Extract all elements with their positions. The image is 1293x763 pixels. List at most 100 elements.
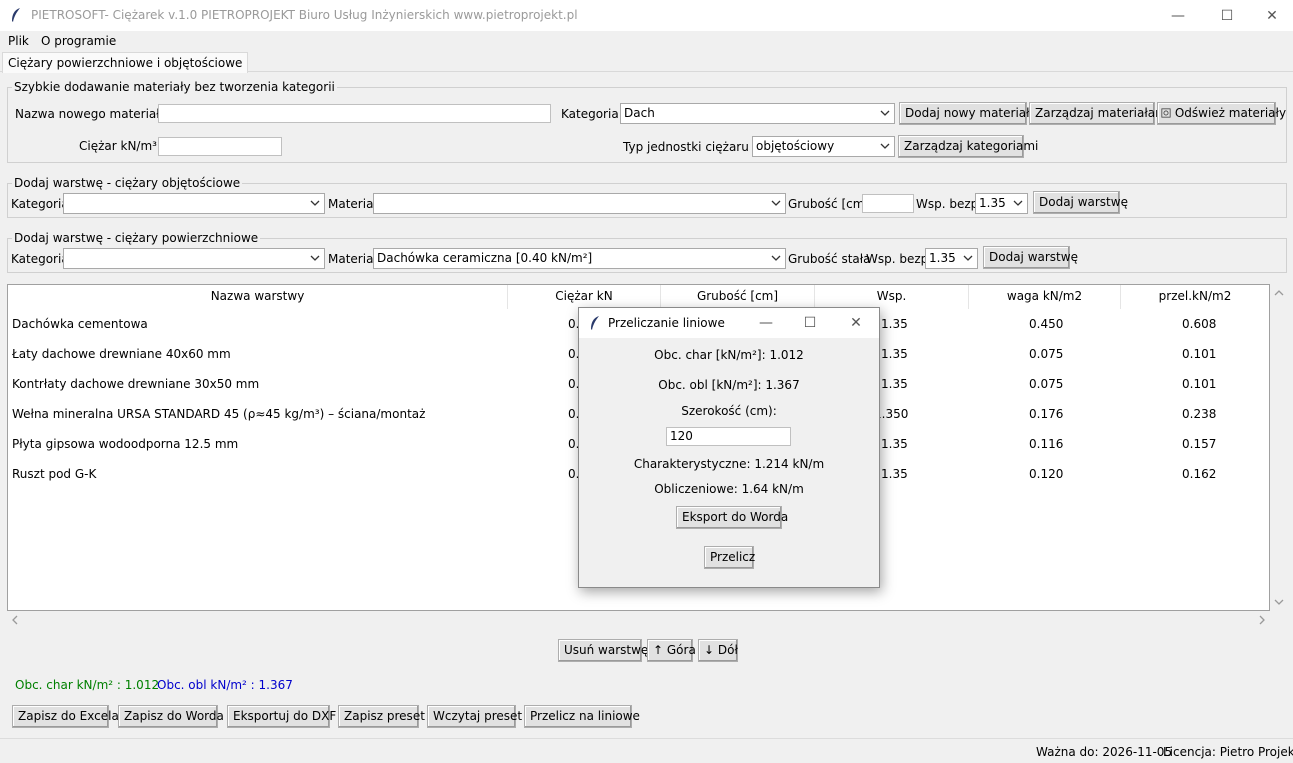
column-header-calc[interactable]: przel.kN/m2 [1121,289,1269,303]
column-header-thickness[interactable]: Grubość [cm] [661,289,814,303]
save-excel-button[interactable]: Zapisz do Excela [12,705,119,728]
convert-linear-button[interactable]: Przelicz na liniowe [524,705,640,728]
width-input[interactable]: 120 [666,427,791,446]
chevron-up-icon[interactable] [1274,289,1284,297]
dialog-close-button[interactable]: ✕ [833,308,879,338]
category-label: Kategoria [561,107,619,121]
cell-name: Wełna mineralna URSA STANDARD 45 (ρ≈45 k… [12,407,426,421]
cell-factor: 1.35 [881,317,908,331]
remove-layer-button[interactable]: Usuń warstwę [558,639,648,662]
cell-name: Ruszt pod G-K [12,467,97,481]
cell-mass: 0.120 [1029,467,1064,481]
material-name-label: Nazwa nowego materiału [15,107,168,121]
cell-factor: 1.35 [881,347,908,361]
volume-category-select[interactable] [63,193,325,214]
surface-layer-title: Dodaj warstwę - ciężary powierzchniowe [12,231,261,245]
surface-material-value: Dachówka ceramiczna [0.40 kN/m²] [377,251,593,265]
chevron-down-icon[interactable] [1274,598,1284,606]
horizontal-scrollbar[interactable] [7,611,1270,627]
surface-material-select[interactable]: Dachówka ceramiczna [0.40 kN/m²] [373,248,786,269]
cell-factor: 1.35 [881,467,908,481]
column-header-mass[interactable]: waga kN/m2 [969,289,1120,303]
chevron-right-icon[interactable] [1258,615,1266,625]
tab-weights[interactable]: Ciężary powierzchniowe i objętościowe [2,52,249,73]
material-weight-input[interactable] [158,137,282,156]
summary-char-load: Obc. char kN/m² : 1.012 [15,678,160,692]
vertical-scrollbar[interactable] [1271,284,1287,611]
refresh-materials-button[interactable]: Odśwież materiały [1157,102,1286,125]
material-name-input[interactable] [158,104,551,123]
cell-calc: 0.162 [1182,467,1217,481]
menu-about[interactable]: O programie [41,34,116,48]
recalculate-button[interactable]: Przelicz [704,546,755,569]
dialog-maximize-button[interactable]: ☐ [787,308,833,338]
refresh-icon [1161,108,1171,118]
cell-calc: 0.101 [1182,377,1217,391]
column-header-weight[interactable]: Ciężar kN [508,289,660,303]
volume-material-label: Materiał [328,197,377,211]
dialog-titlebar: Przeliczanie liniowe — ☐ ✕ [579,308,879,338]
column-header-name[interactable]: Nazwa warstwy [8,289,507,303]
move-down-button[interactable]: ↓ Dół [698,639,738,662]
chevron-down-icon [310,255,320,261]
chevron-down-icon [771,200,781,206]
cell-calc: 0.608 [1182,317,1217,331]
thickness-input[interactable] [862,194,914,213]
thickness-label: Grubość [cm] [788,197,870,211]
menu-bar [0,31,1293,51]
surface-material-label: Materiał [328,252,377,266]
refresh-materials-label: Odśwież materiały [1174,106,1287,120]
export-dxf-button[interactable]: Eksportuj do DXF [227,705,336,728]
cell-mass: 0.450 [1029,317,1064,331]
dialog-char-load: Obc. char [kN/m²]: 1.012 [654,348,804,362]
save-word-button[interactable]: Zapisz do Worda [118,705,224,728]
volume-factor-value: 1.35 [979,196,1006,210]
dialog-minimize-button[interactable]: — [743,308,789,338]
export-word-button[interactable]: Eksport do Worda [676,506,788,529]
surface-factor-label: Wsp. bezp. [866,252,933,266]
chevron-down-icon [880,143,890,149]
category-select-value: Dach [624,106,655,120]
maximize-button[interactable]: ☐ [1204,0,1250,31]
cell-calc: 0.101 [1182,347,1217,361]
linear-conversion-dialog: Przeliczanie liniowe — ☐ ✕ Obc. char [kN… [578,307,880,588]
menu-file[interactable]: Plik [8,34,29,48]
cell-mass: 0.075 [1029,377,1064,391]
volume-material-select[interactable] [373,193,786,214]
cell-name: Dachówka cementowa [12,317,148,331]
load-preset-button[interactable]: Wczytaj preset [427,705,522,728]
move-up-button[interactable]: ↑ Góra [647,639,696,662]
cell-mass: 0.075 [1029,347,1064,361]
status-license: Licencja: Pietro Projekt [1163,745,1293,759]
cell-factor: 1.35 [881,377,908,391]
volume-factor-select[interactable]: 1.35 [975,193,1028,214]
close-button[interactable]: ✕ [1249,0,1293,31]
chevron-left-icon[interactable] [11,615,19,625]
result-obl: Obliczeniowe: 1.64 kN/m [654,482,804,496]
volume-category-label: Kategoria [11,197,69,211]
column-header-factor[interactable]: Wsp. [815,289,968,303]
volume-layer-title: Dodaj warstwę - ciężary objętościowe [12,176,243,190]
chevron-down-icon [963,255,973,261]
manage-categories-button[interactable]: Zarządzaj kategoriami [898,135,1038,158]
surface-category-label: Kategoria [11,252,69,266]
category-select[interactable]: Dach [620,103,895,124]
surface-factor-select[interactable]: 1.35 [925,248,978,269]
dialog-obl-load: Obc. obl [kN/m²]: 1.367 [658,378,800,392]
window-title: PIETROSOFT- Ciężarek v.1.0 PIETROPROJEKT… [31,8,578,22]
dialog-title: Przeliczanie liniowe [608,316,725,330]
cell-mass: 0.176 [1029,407,1064,421]
cell-factor: 1.35 [881,437,908,451]
add-surface-layer-button[interactable]: Dodaj warstwę [983,246,1078,269]
minimize-button[interactable]: — [1155,0,1201,31]
cell-calc: 0.157 [1182,437,1217,451]
surface-category-select[interactable] [63,248,325,269]
chevron-down-icon [880,110,890,116]
chevron-down-icon [771,255,781,261]
add-material-button[interactable]: Dodaj nowy materiał [899,102,1030,125]
feather-icon [12,8,20,22]
add-volume-layer-button[interactable]: Dodaj warstwę [1033,191,1128,214]
save-preset-button[interactable]: Zapisz preset [338,705,425,728]
manage-materials-button[interactable]: Zarządzaj materiałami [1029,102,1170,125]
unit-type-select[interactable]: objętościowy [752,136,895,157]
